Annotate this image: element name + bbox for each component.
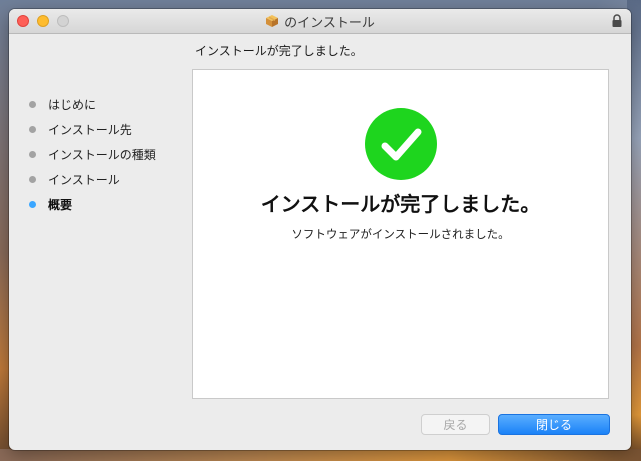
- step-dot-icon: [29, 126, 36, 133]
- step-dot-active-icon: [29, 201, 36, 208]
- completion-title: インストールが完了しました。: [260, 192, 541, 216]
- step-label: インストール先: [48, 123, 132, 137]
- lock-icon: [612, 14, 622, 27]
- completion-subtitle: ソフトウェアがインストールされました。: [291, 227, 510, 241]
- window-title: のインストール: [284, 15, 375, 31]
- step-destination: インストール先: [29, 117, 156, 142]
- close-button[interactable]: 閉じる: [498, 414, 610, 435]
- step-label: インストール: [48, 173, 120, 187]
- step-dot-icon: [29, 151, 36, 158]
- desktop-background-bottom: [0, 449, 641, 461]
- installer-steps: はじめに インストール先 インストールの種類 インストール 概要: [29, 92, 156, 217]
- title-bar[interactable]: のインストール: [9, 9, 631, 34]
- step-dot-icon: [29, 176, 36, 183]
- package-icon: [266, 15, 279, 27]
- page-header: インストールが完了しました。: [195, 44, 363, 58]
- content-panel: インストールが完了しました。 ソフトウェアがインストールされました。: [192, 69, 609, 399]
- window-title-group: のインストール: [9, 9, 631, 33]
- step-label: インストールの種類: [48, 148, 156, 162]
- step-dot-icon: [29, 101, 36, 108]
- step-installation: インストール: [29, 167, 156, 192]
- step-installation-type: インストールの種類: [29, 142, 156, 167]
- step-label: はじめに: [48, 98, 97, 112]
- back-button[interactable]: 戻る: [421, 414, 490, 435]
- checkmark-icon: [365, 108, 437, 180]
- installer-window: のインストール インストールが完了しました。 はじめに インストール先 インスト…: [9, 9, 631, 450]
- step-introduction: はじめに: [29, 92, 156, 117]
- step-label: 概要: [48, 198, 73, 212]
- step-summary: 概要: [29, 192, 156, 217]
